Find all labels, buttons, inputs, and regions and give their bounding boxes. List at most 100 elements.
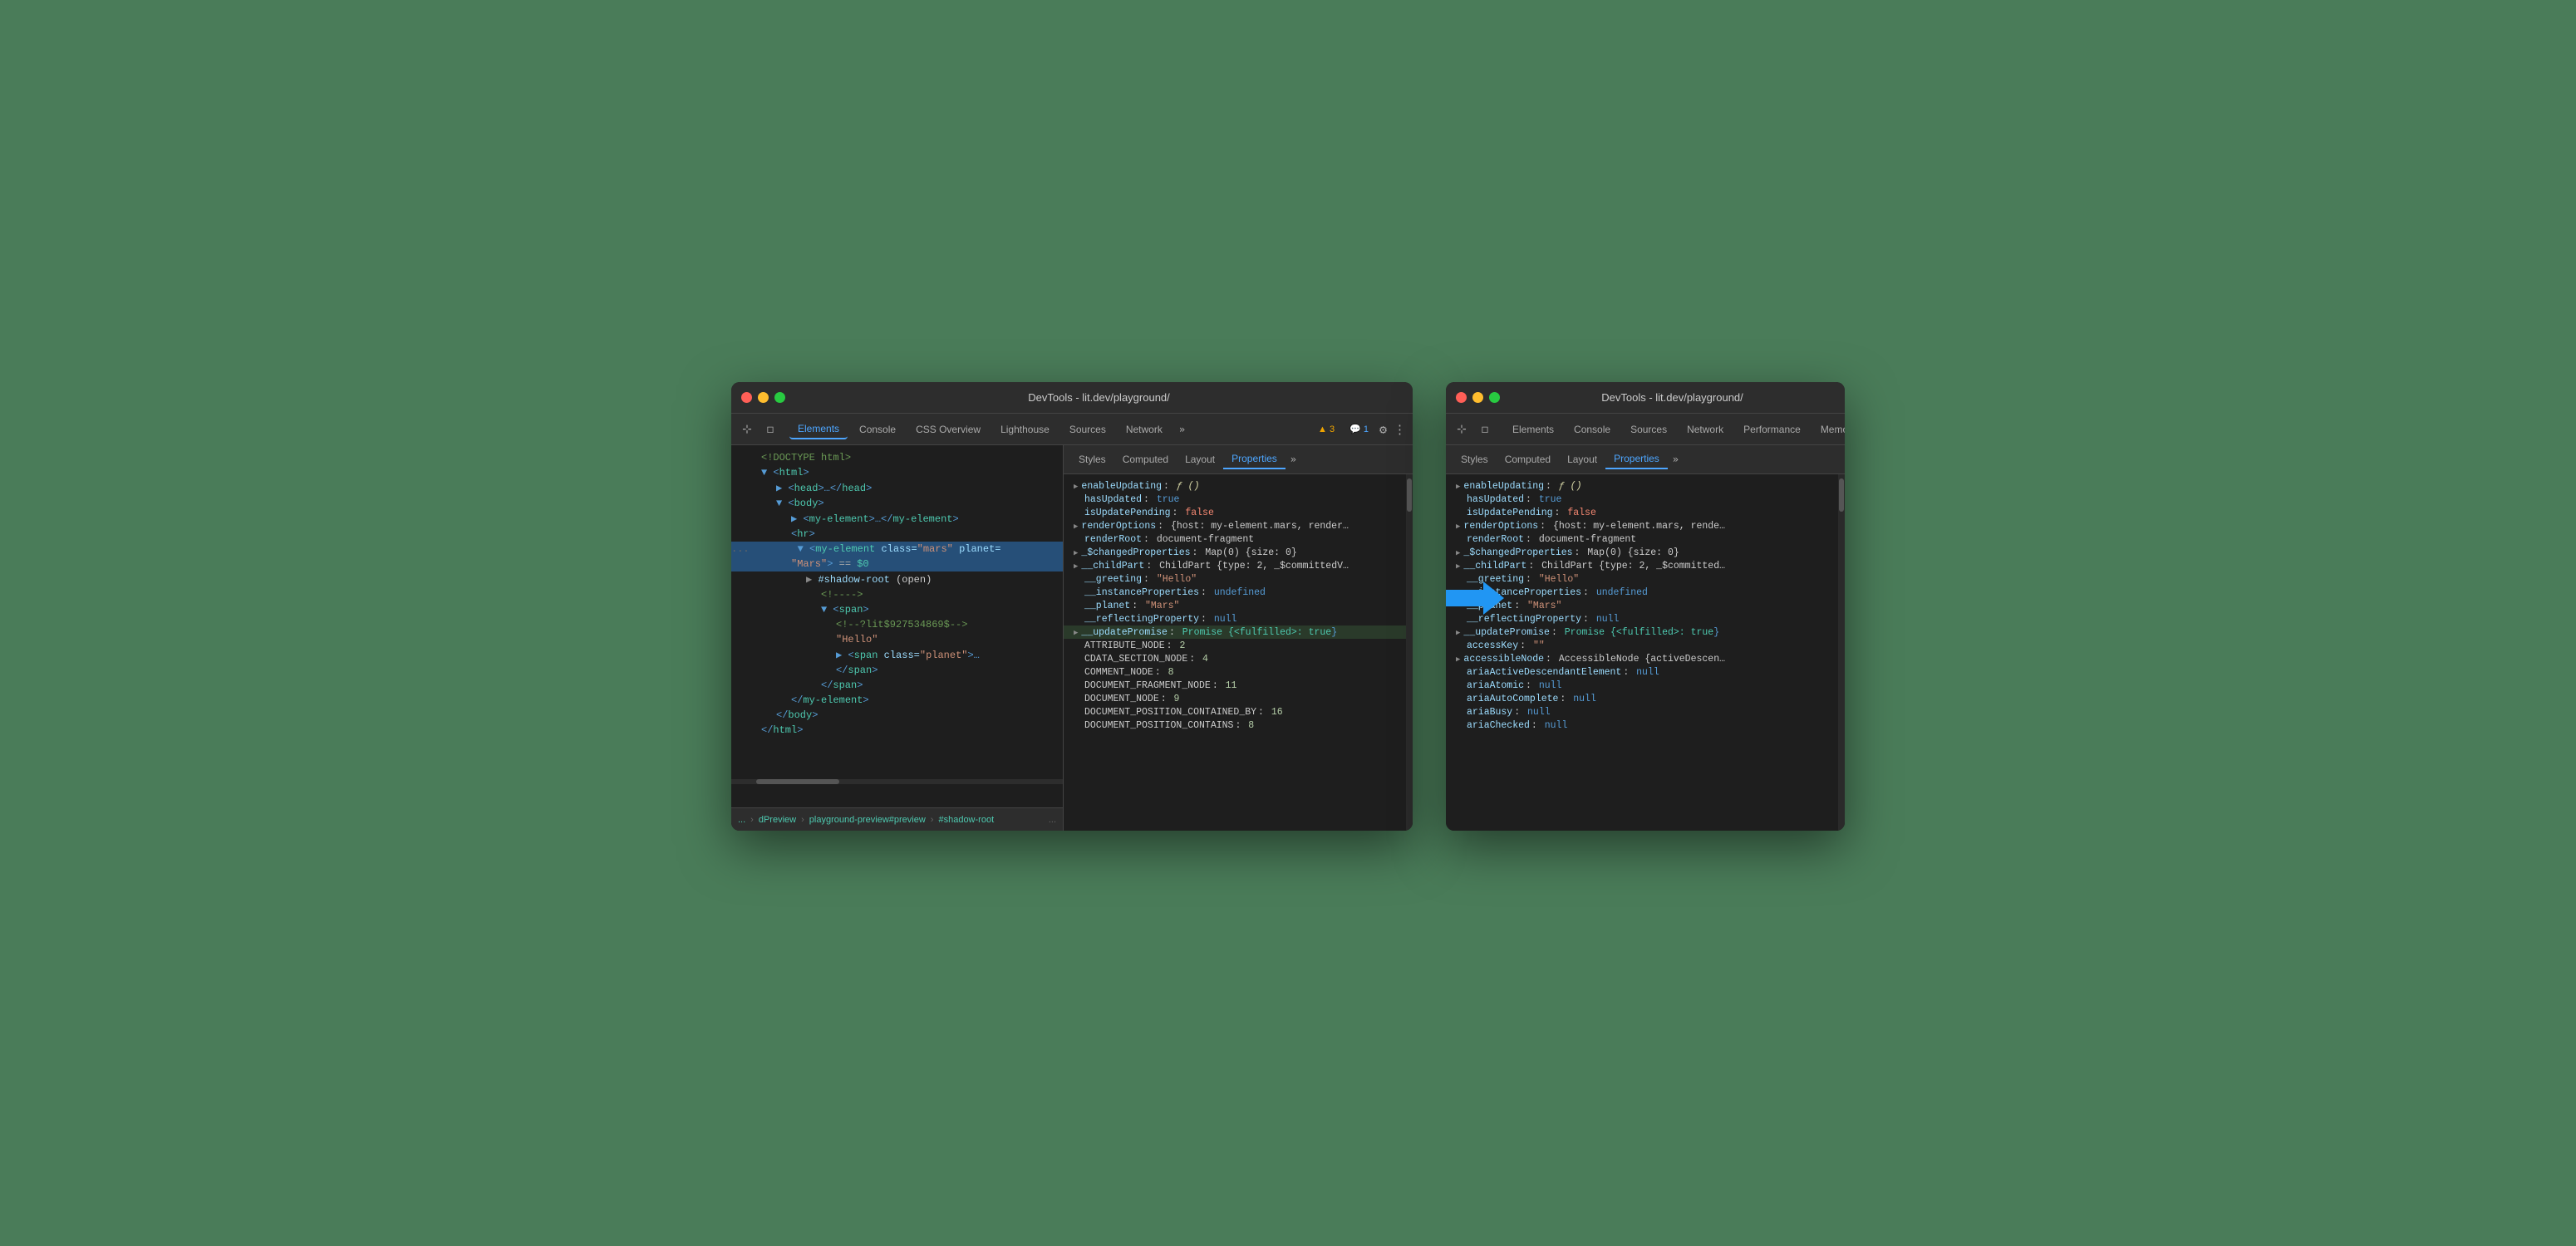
tab-memory-front[interactable]: Memory (1812, 420, 1845, 439)
title-bar-back: DevTools - lit.dev/playground/ (731, 382, 1413, 414)
title-bar-front: DevTools - lit.dev/playground/ (1446, 382, 1845, 414)
tab-bar-front: ⊹ ◻ Elements Console Sources Network Per… (1446, 414, 1845, 445)
main-content-back: <!DOCTYPE html> ▼ <html> ▶ <head>…</head… (731, 445, 1413, 831)
dom-line[interactable]: ▶ <span class="planet">… (731, 647, 1063, 663)
props-content-front: ▶ enableUpdating: ƒ () hasUpdated: true … (1446, 474, 1845, 831)
traffic-lights-back (741, 392, 785, 403)
prop-doc-fragment: DOCUMENT_FRAGMENT_NODE: 11 (1064, 679, 1413, 692)
prop-front-childPart[interactable]: ▶ __childPart: ChildPart {type: 2, _$com… (1446, 559, 1845, 572)
prop-doc-pos-contains: DOCUMENT_POSITION_CONTAINS: 8 (1064, 719, 1413, 732)
prop-front-reflectingProperty: __reflectingProperty: null (1446, 612, 1845, 625)
dom-line-selected[interactable]: ... ▼ <my-element class="mars" planet= (731, 542, 1063, 557)
prop-changedProperties[interactable]: ▶ _$changedProperties: Map(0) {size: 0} (1064, 546, 1413, 559)
dom-line: <!--?lit$927534869$--> (731, 617, 1063, 632)
maximize-button-back[interactable] (774, 392, 785, 403)
dom-line: <!DOCTYPE html> (731, 450, 1063, 465)
inspect-icon[interactable]: ◻ (761, 420, 779, 439)
props-content-back: ▶ enableUpdating: ƒ () hasUpdated: true … (1064, 474, 1413, 831)
tab-css-overview[interactable]: CSS Overview (907, 420, 989, 439)
cursor-icon[interactable]: ⊹ (738, 420, 756, 439)
scrollbar-thumb-front[interactable] (1839, 478, 1844, 512)
close-button-back[interactable] (741, 392, 752, 403)
prop-front-renderOptions[interactable]: ▶ renderOptions: {host: my-element.mars,… (1446, 519, 1845, 532)
prop-front-changedProperties[interactable]: ▶ _$changedProperties: Map(0) {size: 0} (1446, 546, 1845, 559)
minimize-button-back[interactable] (758, 392, 769, 403)
tab-network-front[interactable]: Network (1679, 420, 1732, 439)
prop-front-accessibleNode[interactable]: ▶ accessibleNode: AccessibleNode {active… (1446, 652, 1845, 665)
scrollbar-thumb[interactable] (1407, 478, 1412, 512)
dom-line: </span> (731, 678, 1063, 693)
properties-tab-back[interactable]: Properties (1223, 449, 1286, 469)
tab-elements-front[interactable]: Elements (1504, 420, 1562, 439)
prop-front-isUpdatePending: isUpdatePending: false (1446, 506, 1845, 519)
prop-front-ariaActiveDescendant: ariaActiveDescendantElement: null (1446, 665, 1845, 679)
prop-comment-node: COMMENT_NODE: 8 (1064, 665, 1413, 679)
scrollbar-track-front[interactable] (1838, 474, 1845, 831)
computed-tab-back[interactable]: Computed (1114, 450, 1177, 468)
inspect-icon-front[interactable]: ◻ (1476, 420, 1494, 439)
tab-actions-back: ▲ 3 💬 1 ⚙ ⋮ (1314, 422, 1406, 437)
prop-front-updatePromise[interactable]: ▶ __updatePromise: Promise {<fulfilled>:… (1446, 625, 1845, 639)
dom-tree: <!DOCTYPE html> ▼ <html> ▶ <head>…</head… (731, 445, 1063, 807)
computed-tab-front[interactable]: Computed (1497, 450, 1559, 468)
props-tabs-back: Styles Computed Layout Properties » (1064, 445, 1413, 474)
tab-performance-front[interactable]: Performance (1735, 420, 1809, 439)
prop-enableUpdating[interactable]: ▶ enableUpdating: ƒ () (1064, 479, 1413, 493)
scene: DevTools - lit.dev/playground/ ⊹ ◻ Eleme… (706, 332, 1870, 914)
prop-planet: __planet: "Mars" (1064, 599, 1413, 612)
tab-console[interactable]: Console (851, 420, 904, 439)
styles-tab-back[interactable]: Styles (1070, 450, 1114, 468)
prop-front-enableUpdating[interactable]: ▶ enableUpdating: ƒ () (1446, 479, 1845, 493)
prop-front-hasUpdated: hasUpdated: true (1446, 493, 1845, 506)
maximize-button-front[interactable] (1489, 392, 1500, 403)
properties-panel-back: Styles Computed Layout Properties » ▶ en… (1064, 445, 1413, 831)
tab-elements[interactable]: Elements (789, 419, 848, 439)
prop-front-ariaAtomic: ariaAtomic: null (1446, 679, 1845, 692)
props-tabs-front: Styles Computed Layout Properties » (1446, 445, 1845, 474)
breadcrumb-preview[interactable]: playground-preview#preview (809, 815, 926, 825)
dom-line[interactable]: ▶ <my-element>…</my-element> (731, 511, 1063, 527)
info-badge-back: 💬 1 (1345, 422, 1373, 436)
cursor-icon-front[interactable]: ⊹ (1453, 420, 1471, 439)
prop-renderRoot: renderRoot: document-fragment (1064, 532, 1413, 546)
more-options-icon-back[interactable]: ⋮ (1394, 422, 1406, 437)
tab-sources[interactable]: Sources (1061, 420, 1114, 439)
prop-childPart[interactable]: ▶ __childPart: ChildPart {type: 2, _$com… (1064, 559, 1413, 572)
dom-line-selected-2[interactable]: "Mars"> == $0 (731, 557, 1063, 571)
tab-sources-front[interactable]: Sources (1622, 420, 1675, 439)
tab-network[interactable]: Network (1118, 420, 1171, 439)
prop-front-instanceProperties: __instanceProperties: undefined (1446, 586, 1845, 599)
dom-line[interactable]: ▼ <body> (731, 496, 1063, 511)
breadcrumb-shadow-root[interactable]: #shadow-root (938, 815, 994, 825)
devtools-window-front: DevTools - lit.dev/playground/ ⊹ ◻ Eleme… (1446, 382, 1845, 831)
layout-tab-back[interactable]: Layout (1177, 450, 1223, 468)
tab-console-front[interactable]: Console (1566, 420, 1619, 439)
prop-isUpdatePending: isUpdatePending: false (1064, 506, 1413, 519)
props-more-back[interactable]: » (1286, 450, 1301, 468)
dom-line[interactable]: ▶ #shadow-root (open) (731, 571, 1063, 587)
dom-panel: <!DOCTYPE html> ▼ <html> ▶ <head>…</head… (731, 445, 1064, 831)
properties-tab-front[interactable]: Properties (1605, 449, 1668, 469)
dom-line: <!----> (731, 587, 1063, 602)
prop-renderOptions[interactable]: ▶ renderOptions: {host: my-element.mars,… (1064, 519, 1413, 532)
minimize-button-front[interactable] (1472, 392, 1483, 403)
close-button-front[interactable] (1456, 392, 1467, 403)
breadcrumb-dpreview[interactable]: dPreview (759, 815, 796, 825)
scrollbar-track[interactable] (1406, 474, 1413, 831)
styles-tab-front[interactable]: Styles (1453, 450, 1497, 468)
dom-line[interactable]: ▶ <head>…</head> (731, 480, 1063, 496)
prop-updatePromise[interactable]: ▶ __updatePromise: Promise {<fulfilled>:… (1064, 625, 1413, 639)
window-title-back: DevTools - lit.dev/playground/ (795, 391, 1403, 404)
dom-line[interactable]: <hr> (731, 527, 1063, 542)
breadcrumb-dots[interactable]: ... (738, 815, 745, 825)
dom-line[interactable]: ▼ <span> (731, 602, 1063, 617)
settings-icon-back[interactable]: ⚙ (1379, 422, 1387, 437)
layout-tab-front[interactable]: Layout (1559, 450, 1605, 468)
tab-lighthouse[interactable]: Lighthouse (992, 420, 1058, 439)
dom-line: </my-element> (731, 693, 1063, 708)
prop-attribute-node: ATTRIBUTE_NODE: 2 (1064, 639, 1413, 652)
prop-reflectingProperty: __reflectingProperty: null (1064, 612, 1413, 625)
tab-more-back[interactable]: » (1174, 420, 1190, 439)
dom-breadcrumb: ... › dPreview › playground-preview#prev… (731, 807, 1063, 831)
props-more-front[interactable]: » (1668, 450, 1684, 468)
